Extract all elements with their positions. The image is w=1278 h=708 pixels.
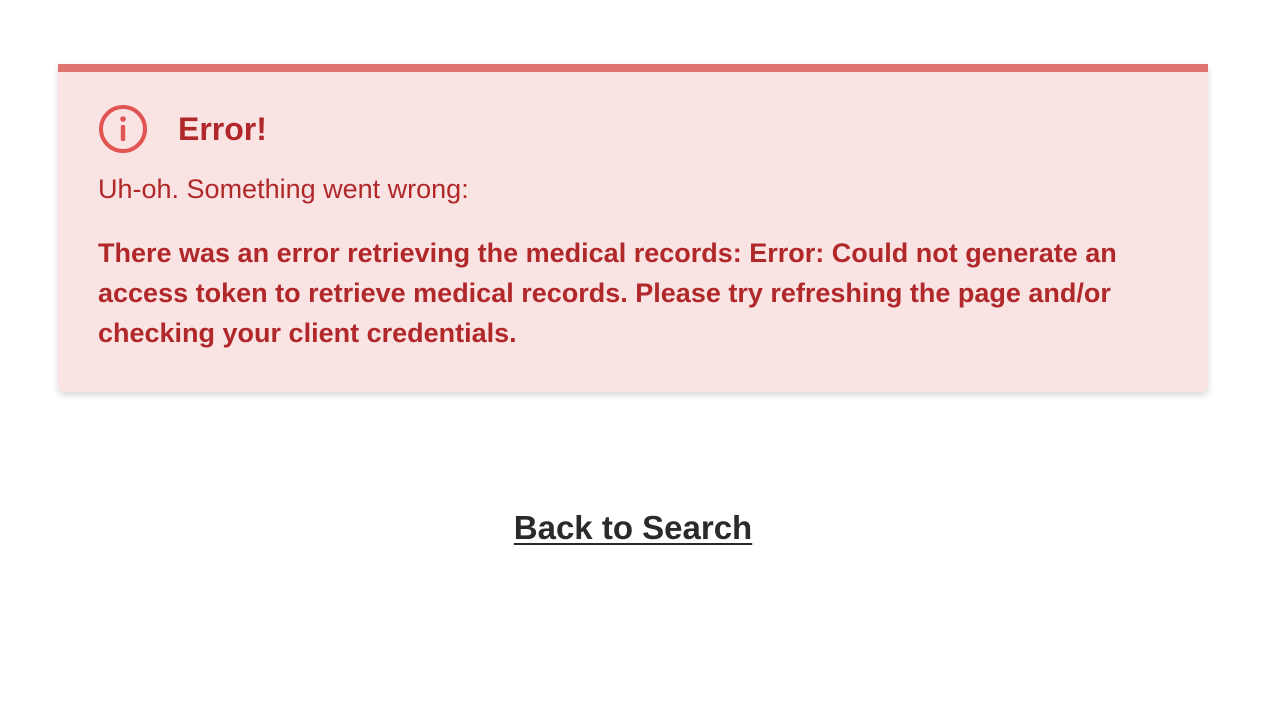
alert-subtitle: Uh-oh. Something went wrong: (98, 174, 469, 204)
error-page: Error! Uh-oh. Something went wrong: Ther… (0, 0, 1278, 708)
alert-title: Error! (178, 111, 267, 147)
error-alert: Error! Uh-oh. Something went wrong: Ther… (58, 64, 1208, 392)
back-to-search-link[interactable]: Back to Search (0, 506, 1266, 550)
alert-header: Error! (98, 104, 1168, 154)
info-circle-icon (98, 104, 148, 154)
alert-message: There was an error retrieving the medica… (98, 238, 1117, 348)
